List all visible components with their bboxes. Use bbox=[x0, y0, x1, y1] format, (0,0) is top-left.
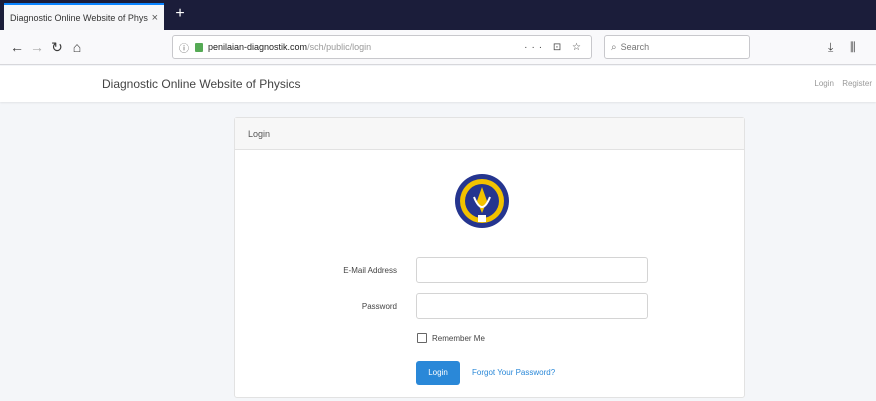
login-link[interactable]: Login bbox=[814, 79, 834, 88]
search-bar[interactable]: ⌕ bbox=[604, 35, 750, 59]
browser-toolbar: ← → ↻ ⌂ ⓘ penilaian-diagnostik.com /sch/… bbox=[0, 30, 876, 65]
password-field[interactable] bbox=[416, 293, 648, 319]
auth-links: Login Register bbox=[808, 79, 872, 88]
info-icon[interactable]: ⓘ bbox=[179, 40, 189, 55]
search-icon: ⌕ bbox=[611, 41, 617, 53]
url-host: penilaian-diagnostik.com bbox=[208, 42, 308, 52]
forward-icon[interactable]: → bbox=[28, 38, 46, 56]
url-bar[interactable]: ⓘ penilaian-diagnostik.com /sch/public/l… bbox=[172, 35, 592, 59]
back-icon[interactable]: ← bbox=[8, 38, 26, 56]
lock-icon[interactable] bbox=[195, 42, 203, 52]
password-label: Password bbox=[361, 302, 397, 311]
close-tab-icon[interactable]: × bbox=[152, 12, 158, 24]
reload-icon[interactable]: ↻ bbox=[48, 38, 66, 56]
search-input[interactable] bbox=[620, 42, 731, 52]
login-card: Login E-Mail Address Password Remember M… bbox=[234, 117, 745, 398]
register-link[interactable]: Register bbox=[842, 79, 872, 88]
card-header: Login bbox=[235, 118, 744, 150]
new-tab-button[interactable]: + bbox=[171, 5, 189, 23]
browser-tab-bar: Diagnostic Online Website of Physics × + bbox=[0, 0, 876, 30]
remember-label: Remember Me bbox=[432, 333, 485, 343]
email-label: E-Mail Address bbox=[343, 266, 397, 275]
email-field[interactable] bbox=[416, 257, 648, 283]
browser-tab[interactable]: Diagnostic Online Website of Physics × bbox=[4, 3, 164, 30]
home-icon[interactable]: ⌂ bbox=[68, 38, 86, 56]
page-actions-icons[interactable]: ··· ⊡ ☆ bbox=[524, 42, 585, 53]
forgot-password-link[interactable]: Forgot Your Password? bbox=[472, 368, 555, 377]
library-icon[interactable]: ⫼ bbox=[850, 40, 856, 55]
site-navbar: Diagnostic Online Website of Physics Log… bbox=[0, 66, 876, 102]
remember-checkbox[interactable] bbox=[417, 333, 427, 343]
site-brand[interactable]: Diagnostic Online Website of Physics bbox=[102, 77, 301, 91]
url-path: /sch/public/login bbox=[307, 42, 372, 52]
university-logo bbox=[455, 174, 509, 228]
remember-me[interactable]: Remember Me bbox=[417, 333, 485, 343]
tab-title: Diagnostic Online Website of Physics bbox=[10, 12, 148, 23]
downloads-icon[interactable]: ⤓ bbox=[828, 40, 833, 55]
login-button[interactable]: Login bbox=[416, 361, 460, 385]
